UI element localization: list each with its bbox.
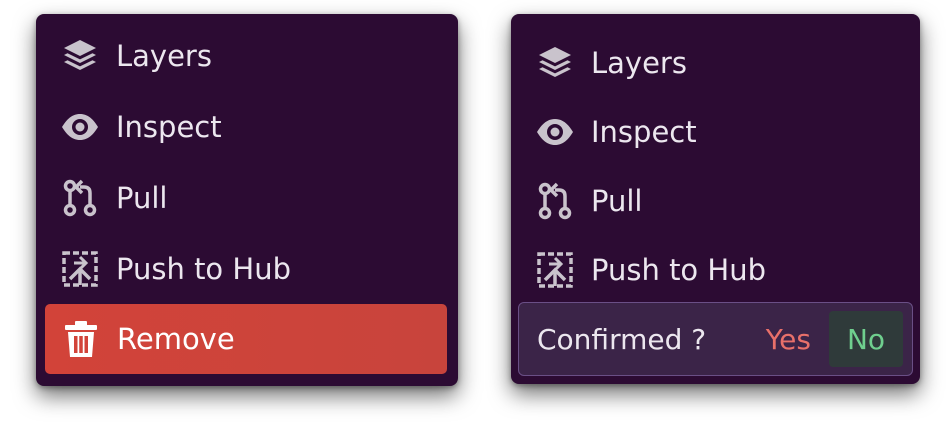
menu-item-label: Layers — [591, 46, 687, 80]
eye-icon — [533, 110, 577, 154]
git-pull-icon — [533, 179, 577, 223]
layers-icon — [58, 34, 102, 78]
menu-item-layers[interactable]: Layers — [36, 24, 458, 88]
menu-item-label: Inspect — [591, 115, 697, 149]
confirm-question: Confirmed ? — [537, 322, 707, 356]
push-to-hub-icon — [58, 247, 102, 291]
context-menu-right: Layers Inspect Pull Push to Hub Confirme… — [511, 14, 920, 384]
menu-item-pull[interactable]: Pull — [36, 166, 458, 230]
remove-label: Remove — [117, 322, 235, 356]
menu-item-layers[interactable]: Layers — [511, 31, 920, 95]
menu-item-inspect[interactable]: Inspect — [511, 100, 920, 164]
menu-item-push-to-hub[interactable]: Push to Hub — [511, 238, 920, 302]
menu-item-label: Push to Hub — [591, 253, 766, 287]
push-to-hub-icon — [533, 248, 577, 292]
menu-item-label: Pull — [116, 181, 168, 215]
remove-confirmation: Confirmed ? Yes No — [518, 302, 913, 376]
menu-item-label: Layers — [116, 39, 212, 73]
eye-icon — [58, 105, 102, 149]
remove-button[interactable]: Remove — [45, 304, 447, 374]
menu-item-pull[interactable]: Pull — [511, 169, 920, 233]
confirm-no-button[interactable]: No — [829, 311, 903, 367]
menu-item-label: Pull — [591, 184, 643, 218]
menu-item-label: Inspect — [116, 110, 222, 144]
layers-icon — [533, 41, 577, 85]
trash-icon — [59, 317, 103, 361]
menu-item-push-to-hub[interactable]: Push to Hub — [36, 237, 458, 301]
confirm-yes-button[interactable]: Yes — [748, 311, 829, 367]
menu-item-label: Push to Hub — [116, 252, 291, 286]
context-menu-left: Layers Inspect Pull Push to Hub Remove — [36, 14, 458, 386]
git-pull-icon — [58, 176, 102, 220]
menu-item-inspect[interactable]: Inspect — [36, 95, 458, 159]
